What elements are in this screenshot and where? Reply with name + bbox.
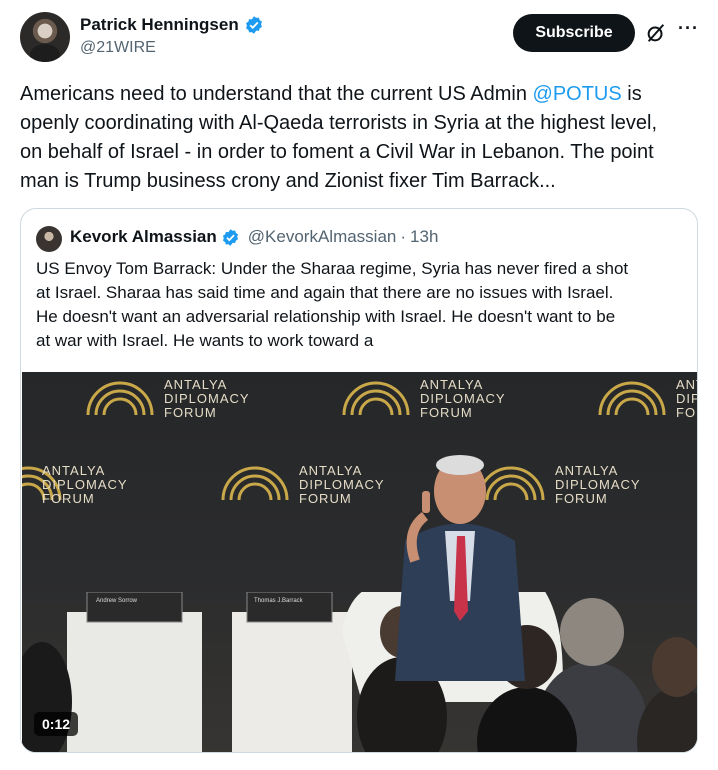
quoted-post[interactable]: Kevork Almassian @KevorkAlmassian · 13h … [20,208,698,753]
post: Patrick Henningsen @21WIRE Subscribe ···… [0,0,718,770]
tweet-text-segment: is [621,83,642,105]
forum-backdrop-text: ANTALYADIPLOMACYFORUM [299,463,385,506]
quoted-author-avatar[interactable] [36,226,62,252]
forum-logo-icon [221,466,289,501]
forum-backdrop-text: ANTALYADIPLOMACYFORUM [555,463,641,506]
quoted-line: at Israel. Sharaa has said time and agai… [36,283,614,302]
forum-logo-icon [86,381,154,416]
forum-logo-icon [342,381,410,416]
tweet-line: openly coordinating with Al-Qaeda terror… [20,112,658,134]
author-name-row[interactable]: Patrick Henningsen [80,15,264,35]
tweet-line: man is Trump business crony and Zionist … [20,170,556,192]
video-player[interactable]: ANTALYA DIPLOMACY FORUM ANTALYA DIPLOMACY FO… [22,372,697,752]
forum-backdrop-text: ANTALYADIPLOMACYFORUM [420,377,506,420]
quoted-post-time[interactable]: 13h [410,227,438,247]
subscribe-button[interactable]: Subscribe [513,14,635,52]
more-options-icon[interactable]: ··· [678,18,699,39]
quoted-line: He doesn't want an adversarial relations… [36,307,616,326]
video-duration: 0:12 [34,712,79,736]
forum-logo-icon [598,381,666,416]
quoted-line: US Envoy Tom Barrack: Under the Sharaa r… [36,259,629,278]
forum-backdrop-text: ANTALYADIPLOMACYFORUM [164,377,250,420]
tweet-line: on behalf of Israel - in order to foment… [20,141,654,163]
mention-link[interactable]: @POTUS [533,83,622,105]
author-handle[interactable]: @21WIRE [80,39,156,57]
forum-backdrop-text: ANTALYADIPLOMACYFORUM [676,377,697,420]
tweet-text: Americans need to understand that the cu… [20,80,710,196]
forum-backdrop-text: ANTALYADIPLOMACYFORUM [42,463,128,506]
author-avatar[interactable] [20,12,70,62]
author-name[interactable]: Patrick Henningsen [80,15,239,35]
quoted-author-handle[interactable]: @KevorkAlmassian [248,227,397,247]
quoted-author-name[interactable]: Kevork Almassian [70,227,217,247]
quoted-line: at war with Israel. He wants to work tow… [36,331,374,350]
verified-badge-icon [245,16,262,34]
nameplate-right: Thomas J.Barrack [254,598,303,604]
verified-badge-icon [222,228,238,246]
grok-icon[interactable] [645,22,667,44]
video-frame-scene [22,592,697,752]
quoted-separator: · [400,227,407,246]
quoted-post-text: US Envoy Tom Barrack: Under the Sharaa r… [36,257,686,353]
tweet-text-segment: Americans need to understand that the cu… [20,83,533,105]
quoted-author-row: Kevork Almassian @KevorkAlmassian · 13h [70,227,438,247]
speaker-figure [395,455,525,681]
nameplate-left: Andrew Sorrow [96,598,138,604]
